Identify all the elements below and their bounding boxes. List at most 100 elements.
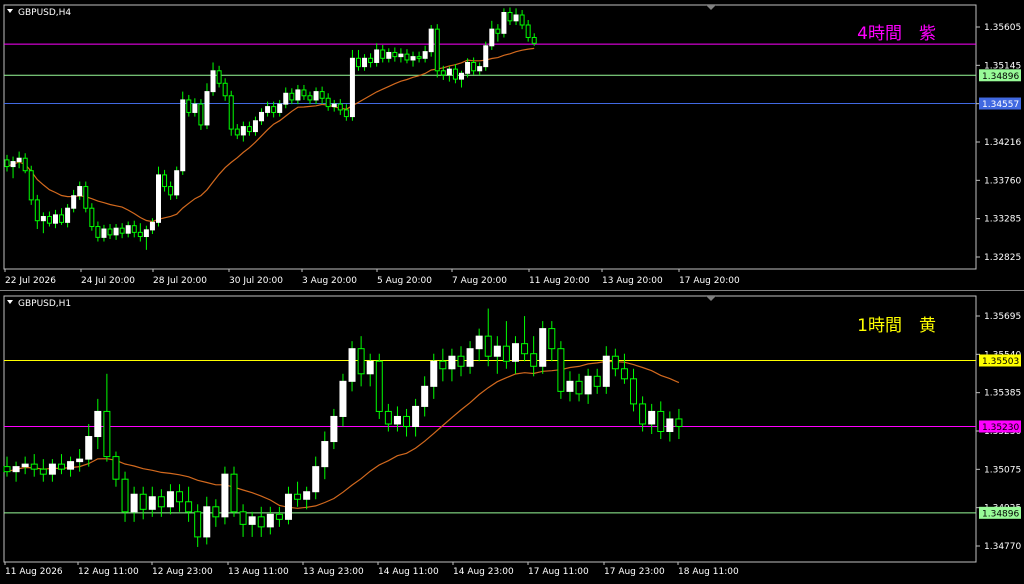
h4-candle: [374, 43, 380, 67]
h1-menu-triangle-icon[interactable]: [7, 300, 13, 304]
h4-candle: [362, 54, 368, 71]
h1-candle: [176, 484, 184, 512]
h4-candle: [228, 90, 234, 136]
h4-candle: [210, 62, 216, 96]
h4-chart-title: 4時間 紫: [857, 24, 936, 44]
h4-menu-triangle-icon[interactable]: [7, 9, 13, 13]
h1-candle: [30, 454, 38, 477]
h4-shift-marker-icon[interactable]: [706, 5, 716, 10]
candle-body: [339, 380, 347, 417]
candle-body: [52, 214, 58, 224]
x-tick-label: 17 Aug 23:00: [604, 567, 665, 577]
candle-body: [428, 28, 434, 53]
h4-price-axis: 1.356051.351451.346061.342161.337601.332…: [976, 23, 1021, 263]
h4-candle: [477, 62, 483, 75]
candle-body: [30, 463, 38, 470]
h1-candle: [330, 408, 338, 450]
h4-candle: [46, 211, 52, 227]
x-tick-label: 12 Aug 11:00: [78, 567, 139, 577]
chart-canvas: GBPUSD,H4 GBPUSD,H1 4時間 紫 1時間 黄 1.35605 1…: [0, 4, 1024, 577]
h4-candle: [198, 99, 204, 130]
candle-body: [295, 89, 301, 101]
y-tick-label: 1.32825: [984, 253, 1021, 263]
candle-body: [602, 355, 610, 387]
candle-body: [137, 231, 143, 238]
h4-candle: [156, 166, 161, 227]
candle-body: [89, 207, 95, 228]
h4-symbol-label: GBPUSD,H4: [18, 8, 71, 18]
h4-candle: [101, 224, 107, 242]
h4-candle: [59, 208, 65, 225]
candle-body: [294, 493, 302, 500]
candle-body: [412, 405, 420, 427]
h4-candle: [410, 51, 416, 67]
h1-candle: [421, 376, 429, 417]
h1-candle: [57, 454, 65, 475]
candle-body: [548, 328, 556, 350]
candle-body: [374, 49, 380, 63]
candle-body: [521, 343, 529, 355]
h4-candle: [137, 223, 143, 242]
h1-candle: [630, 368, 638, 412]
h4-candle: [343, 104, 349, 121]
candle-body: [393, 415, 401, 425]
h1-candle: [194, 504, 202, 547]
h4-candle: [301, 84, 307, 100]
candle-body: [228, 95, 234, 130]
candle-body: [337, 103, 343, 111]
candle-body: [194, 511, 202, 538]
candle-body: [452, 68, 458, 80]
x-tick-label: 13 Aug 20:00: [602, 276, 663, 286]
h1-chart-title: 1時間 黄: [857, 316, 936, 336]
h1-candle: [112, 451, 120, 487]
h1-candle: [103, 373, 111, 462]
candle-body: [149, 221, 155, 231]
level-label-text: 1.34896: [982, 509, 1019, 519]
h1-level-label-2: 1.34896: [979, 506, 1021, 519]
candle-body: [483, 45, 489, 68]
candle-body: [513, 14, 519, 22]
candle-body: [139, 493, 147, 510]
h1-level-lines[interactable]: [4, 359, 976, 514]
h4-candle: [452, 64, 458, 84]
h1-candle: [648, 403, 656, 435]
h4-candle: [216, 65, 222, 88]
candle-body: [539, 328, 547, 367]
h4-candle: [459, 70, 464, 88]
candle-body: [125, 225, 131, 234]
candle-body: [59, 214, 65, 223]
candle-body: [422, 51, 428, 59]
candle-body: [113, 227, 119, 236]
h1-candle: [620, 353, 628, 384]
x-tick-label: 13 Aug 11:00: [228, 567, 289, 577]
h1-shift-marker-icon[interactable]: [706, 296, 716, 301]
candle-body: [611, 355, 619, 370]
candle-body: [355, 57, 361, 68]
candle-body: [403, 415, 411, 427]
h1-candle: [321, 431, 329, 480]
candle-body: [284, 493, 292, 520]
h1-candle: [94, 398, 102, 450]
candle-body: [404, 53, 410, 61]
candle-body: [430, 360, 438, 387]
h1-candle: [384, 403, 392, 432]
h4-candle: [355, 49, 361, 71]
candle-body: [10, 161, 16, 168]
candle-body: [143, 229, 149, 238]
h4-level-lines[interactable]: [4, 43, 976, 105]
h1-candle: [257, 506, 265, 537]
h4-candle: [380, 44, 386, 63]
h4-candle: [95, 221, 101, 242]
h4-candle: [89, 203, 95, 231]
candle-body: [131, 225, 137, 233]
candle-body: [410, 56, 416, 61]
candle-body: [620, 368, 628, 380]
h4-candle: [204, 83, 210, 130]
y-tick-label: 1.33285: [984, 215, 1021, 225]
candle-body: [28, 170, 34, 201]
h1-candle: [85, 423, 93, 467]
x-tick-label: 17 Aug 20:00: [679, 276, 740, 286]
candle-body: [3, 466, 11, 473]
h4-level-price-labels: 1.34896 1.34557: [979, 69, 1021, 110]
candle-body: [321, 441, 329, 468]
